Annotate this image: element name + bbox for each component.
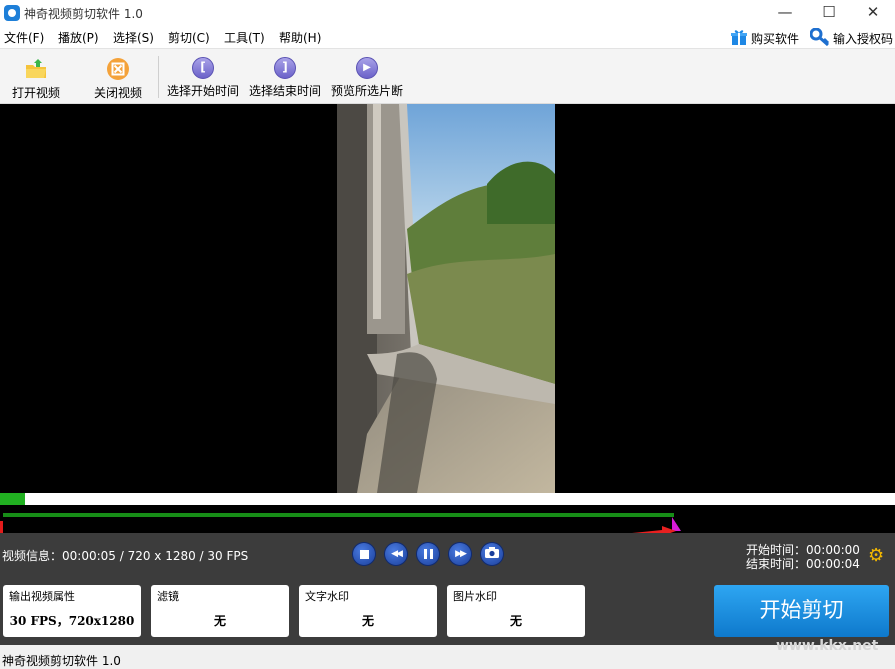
open-video-button[interactable]: 打开视频 <box>12 57 60 101</box>
image-watermark-panel[interactable]: 图片水印 无 <box>447 585 585 637</box>
stop-button[interactable] <box>353 543 375 565</box>
site-watermark: www.kkx.net <box>776 638 879 654</box>
pause-icon <box>423 549 433 559</box>
playback-progress-fill <box>0 493 25 505</box>
text-watermark-title: 文字水印 <box>305 590 349 603</box>
minimize-button[interactable]: — <box>763 0 807 26</box>
menu-tools[interactable]: 工具(T) <box>224 29 265 46</box>
menu-select[interactable]: 选择(S) <box>113 29 154 46</box>
rewind-icon: ◀◀ <box>391 549 403 559</box>
menu-play[interactable]: 播放(P) <box>58 29 99 46</box>
close-video-label: 关闭视频 <box>94 86 143 100</box>
status-text: 神奇视频剪切软件 1.0 <box>2 654 121 668</box>
video-info-text: 视频信息：00:00:05 / 720 x 1280 / 30 FPS <box>2 549 249 563</box>
fast-forward-icon: ▶▶ <box>455 549 467 559</box>
title-bar: 神奇视频剪切软件 1.0 — ☐ ✕ <box>0 0 895 26</box>
end-time-text: 结束时间：00:00:04 <box>746 557 860 571</box>
image-watermark-value: 无 <box>509 614 522 628</box>
close-video-button[interactable]: 关闭视频 <box>94 57 142 101</box>
select-start-time-label: 选择开始时间 <box>167 84 240 98</box>
selection-range-bar <box>3 513 674 517</box>
preview-selection-button[interactable]: ▶ 预览所选片断 <box>331 57 403 99</box>
toolbar-separator <box>158 56 159 98</box>
window-title: 神奇视频剪切软件 1.0 <box>24 7 143 21</box>
text-watermark-value: 无 <box>361 614 374 628</box>
output-properties-panel[interactable]: 输出视频属性 30 FPS，720x1280 <box>3 585 141 637</box>
video-frame <box>337 104 555 493</box>
output-properties-value: 30 FPS，720x1280 <box>9 614 135 628</box>
select-end-time-label: 选择结束时间 <box>249 84 322 98</box>
camera-icon <box>485 547 499 561</box>
maximize-button[interactable]: ☐ <box>807 0 851 26</box>
close-button[interactable]: ✕ <box>851 0 895 26</box>
fast-forward-button[interactable]: ▶▶ <box>449 543 471 565</box>
start-cut-button[interactable]: 开始剪切 <box>714 585 889 637</box>
select-start-time-button[interactable]: [ 选择开始时间 <box>167 57 239 99</box>
filter-title: 滤镜 <box>157 590 179 603</box>
playback-progress-bar[interactable] <box>0 493 895 505</box>
bracket-right-icon: ] <box>274 57 296 79</box>
image-watermark-title: 图片水印 <box>453 590 497 603</box>
select-end-time-button[interactable]: ] 选择结束时间 <box>249 57 321 99</box>
close-video-icon <box>106 57 130 81</box>
bracket-left-icon: [ <box>192 57 214 79</box>
menu-cut[interactable]: 剪切(C) <box>168 29 210 46</box>
rewind-button[interactable]: ◀◀ <box>385 543 407 565</box>
menu-file[interactable]: 文件(F) <box>4 29 44 46</box>
filter-panel[interactable]: 滤镜 无 <box>151 585 289 637</box>
buy-software-label: 购买软件 <box>751 32 800 46</box>
gift-icon <box>730 28 748 49</box>
timeline[interactable] <box>0 493 895 536</box>
app-icon <box>4 5 20 21</box>
open-folder-icon <box>24 57 48 81</box>
video-player[interactable] <box>0 104 895 493</box>
enter-license-label: 输入授权码 <box>833 32 894 46</box>
stop-icon <box>359 549 369 559</box>
buy-software-link[interactable]: 购买软件 <box>730 28 799 49</box>
output-properties-title: 输出视频属性 <box>9 590 75 603</box>
text-watermark-panel[interactable]: 文字水印 无 <box>299 585 437 637</box>
enter-license-link[interactable]: 输入授权码 <box>809 27 894 49</box>
filter-value: 无 <box>213 614 226 628</box>
open-video-label: 打开视频 <box>12 86 61 100</box>
menu-help[interactable]: 帮助(H) <box>279 29 321 46</box>
key-icon <box>809 27 830 49</box>
control-bar: 视频信息：00:00:05 / 720 x 1280 / 30 FPS ◀◀ ▶… <box>0 533 895 645</box>
gear-icon[interactable]: ⚙ <box>868 547 886 565</box>
play-preview-icon: ▶ <box>356 57 378 79</box>
preview-selection-label: 预览所选片断 <box>331 84 404 98</box>
snapshot-button[interactable] <box>481 543 503 565</box>
menu-bar: 文件(F) 播放(P) 选择(S) 剪切(C) 工具(T) 帮助(H) 购买软件… <box>0 26 895 48</box>
start-marker[interactable] <box>0 521 3 533</box>
pause-button[interactable] <box>417 543 439 565</box>
status-bar: 神奇视频剪切软件 1.0 <box>0 645 895 669</box>
